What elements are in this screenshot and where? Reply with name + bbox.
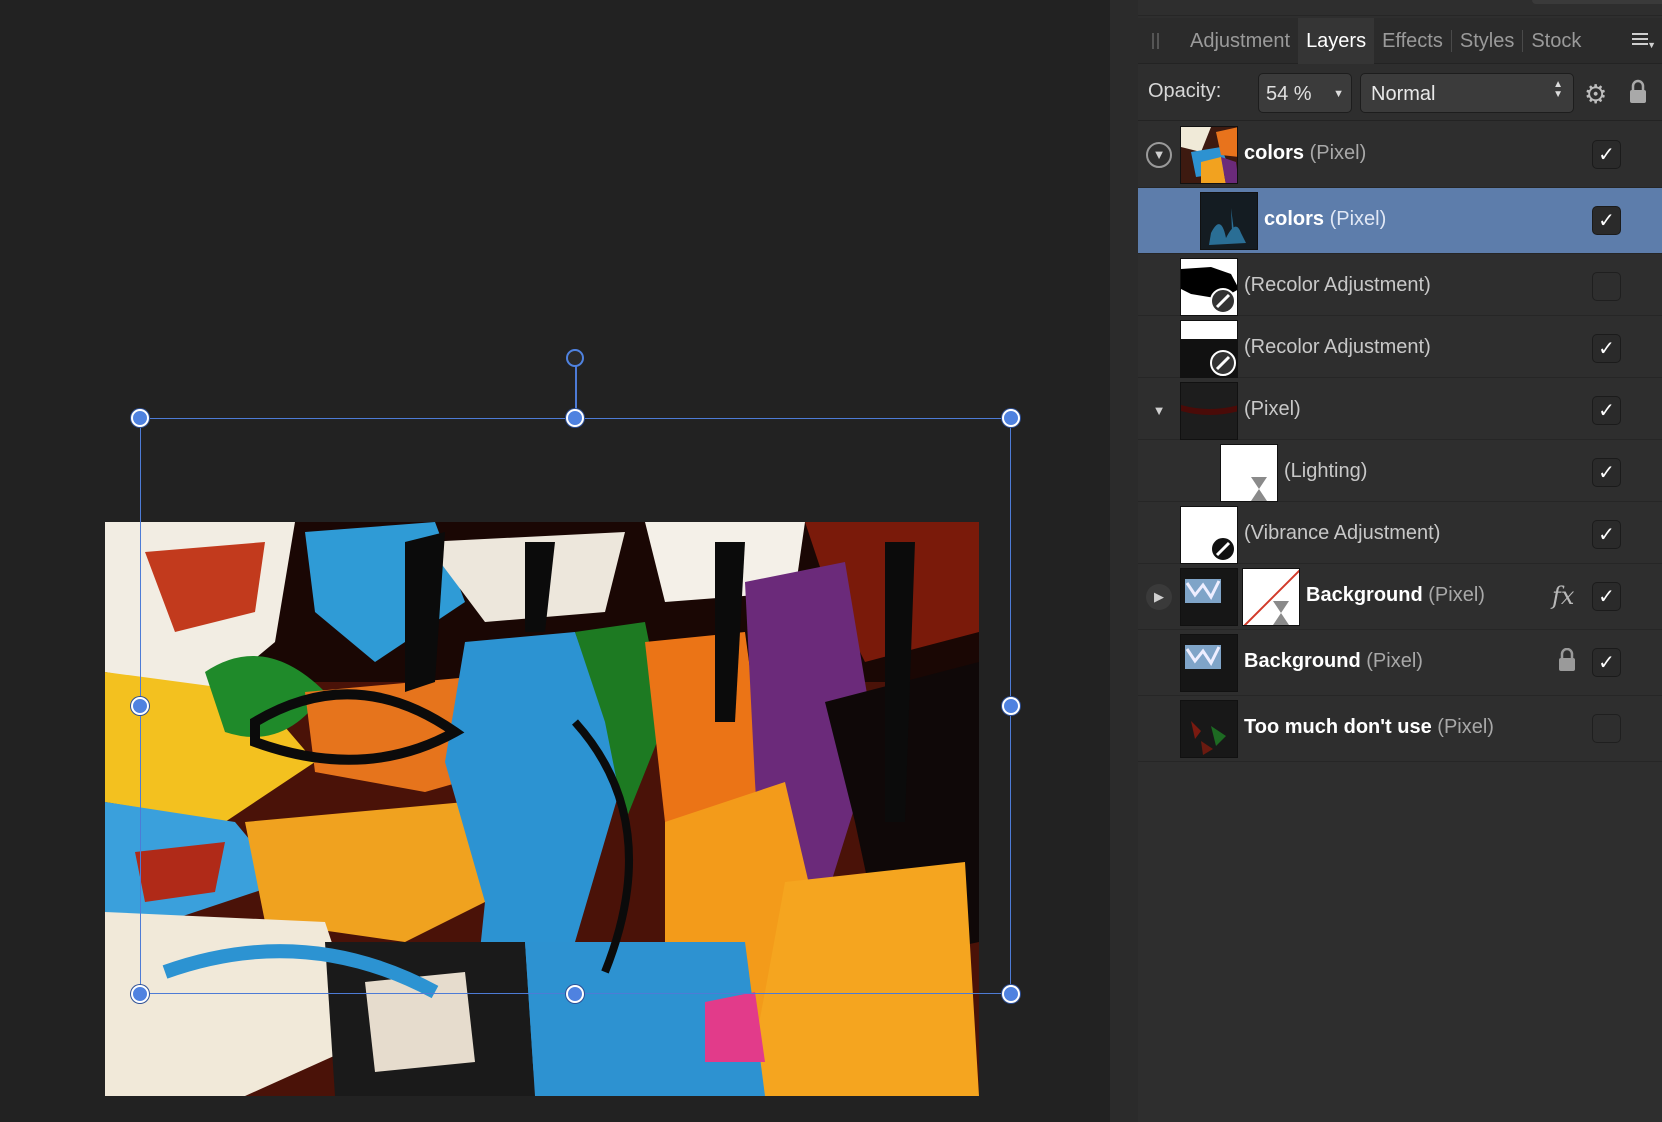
- visibility-checkbox[interactable]: ✓: [1592, 206, 1621, 235]
- layer-name-text: (Pixel): [1244, 398, 1301, 420]
- visibility-checkbox[interactable]: [1592, 714, 1621, 743]
- layer-row-lighting[interactable]: (Lighting) ✓: [1138, 440, 1662, 502]
- handle-bottom-center[interactable]: [566, 985, 584, 1003]
- opacity-value: 54 %: [1266, 83, 1312, 105]
- layer-row-background-fx[interactable]: ▶ Background (Pixel) fx ✓: [1138, 564, 1662, 630]
- layer-row-vibrance[interactable]: (Vibrance Adjustment) ✓: [1138, 502, 1662, 564]
- layer-name-text: (Lighting): [1284, 460, 1368, 482]
- blend-mode-dropdown[interactable]: Normal ▲ ▼: [1360, 73, 1574, 113]
- panel-divider[interactable]: [1110, 0, 1138, 1122]
- tab-styles[interactable]: Styles: [1452, 18, 1522, 64]
- layer-row-background-locked[interactable]: Background (Pixel) ✓: [1138, 630, 1662, 696]
- filter-thumbnail: [1220, 444, 1278, 502]
- handle-top-right[interactable]: [1002, 409, 1020, 427]
- rotation-handle[interactable]: [566, 349, 584, 367]
- layer-thumbnail: [1180, 634, 1238, 692]
- layer-name-text: (Vibrance Adjustment): [1244, 522, 1441, 544]
- layer-name-text: colors (Pixel): [1264, 208, 1387, 230]
- lock-icon[interactable]: [1628, 79, 1648, 105]
- panel-grip-handle[interactable]: [1152, 32, 1172, 50]
- visibility-checkbox[interactable]: ✓: [1592, 520, 1621, 549]
- app-window: Adjustment Layers Effects Styles Stock ▼…: [0, 0, 1662, 1122]
- layer-name-text: (Recolor Adjustment): [1244, 336, 1431, 358]
- canvas-area[interactable]: [0, 0, 1110, 1122]
- layer-thumbnail: [1200, 192, 1258, 250]
- blend-mode-value: Normal: [1371, 83, 1436, 105]
- collapse-toggle-icon[interactable]: ▼: [1146, 142, 1172, 168]
- handle-bottom-right[interactable]: [1002, 985, 1020, 1003]
- handle-top-left[interactable]: [131, 409, 149, 427]
- panel-top-stub: [1532, 0, 1662, 4]
- layer-list: ▼ colors (Pixel) ✓ colors (Pixel) ✓ (Rec…: [1138, 122, 1662, 762]
- visibility-checkbox[interactable]: ✓: [1592, 334, 1621, 363]
- opacity-dropdown[interactable]: 54 % ▼: [1258, 73, 1352, 113]
- panel-tab-bar: Adjustment Layers Effects Styles Stock ▼: [1138, 17, 1662, 64]
- visibility-checkbox[interactable]: ✓: [1592, 140, 1621, 169]
- lock-icon[interactable]: [1558, 648, 1576, 672]
- layer-name-text: Background (Pixel): [1244, 650, 1423, 672]
- tab-stock[interactable]: Stock: [1523, 18, 1589, 64]
- panel-top-bar: [1138, 0, 1662, 16]
- adjustment-thumbnail: [1180, 506, 1238, 564]
- visibility-checkbox[interactable]: ✓: [1592, 458, 1621, 487]
- artwork-image[interactable]: [105, 522, 979, 1096]
- panel-menu-icon[interactable]: ▼: [1632, 30, 1656, 52]
- layer-name-text: colors (Pixel): [1244, 142, 1367, 164]
- artwork-graphic: [105, 522, 979, 1096]
- layer-row-colors-child[interactable]: colors (Pixel) ✓: [1138, 188, 1662, 254]
- visibility-checkbox[interactable]: ✓: [1592, 396, 1621, 425]
- opacity-blend-row: Opacity: 54 % ▼ Normal ▲ ▼ ⚙: [1138, 65, 1662, 121]
- visibility-checkbox[interactable]: ✓: [1592, 582, 1621, 611]
- handle-middle-right[interactable]: [1002, 697, 1020, 715]
- layer-row-recolor-1[interactable]: (Recolor Adjustment): [1138, 254, 1662, 316]
- mask-thumbnail: [1242, 568, 1300, 626]
- handle-middle-left[interactable]: [131, 697, 149, 715]
- layer-thumbnail: [1180, 700, 1238, 758]
- fx-icon[interactable]: fx: [1552, 582, 1574, 610]
- layer-name-text: Too much don't use (Pixel): [1244, 716, 1494, 738]
- visibility-checkbox[interactable]: [1592, 272, 1621, 301]
- layer-row-recolor-2[interactable]: (Recolor Adjustment) ✓: [1138, 316, 1662, 378]
- up-down-arrows-icon: ▲ ▼: [1553, 79, 1563, 100]
- opacity-label: Opacity:: [1148, 80, 1222, 102]
- layer-name-text: Background (Pixel): [1306, 584, 1485, 606]
- gear-icon[interactable]: ⚙: [1584, 81, 1610, 107]
- layer-row-pixel[interactable]: ▼ (Pixel) ✓: [1138, 378, 1662, 440]
- adjustment-thumbnail: [1180, 258, 1238, 316]
- layer-thumbnail: [1180, 382, 1238, 440]
- layer-row-too-much[interactable]: Too much don't use (Pixel): [1138, 696, 1662, 762]
- layers-panel: Adjustment Layers Effects Styles Stock ▼…: [1138, 0, 1662, 1122]
- handle-bottom-left[interactable]: [131, 985, 149, 1003]
- tab-adjustment[interactable]: Adjustment: [1182, 18, 1298, 64]
- tab-effects[interactable]: Effects: [1374, 18, 1451, 64]
- layer-name-text: (Recolor Adjustment): [1244, 274, 1431, 296]
- visibility-checkbox[interactable]: ✓: [1592, 648, 1621, 677]
- chevron-down-icon: ▼: [1333, 88, 1344, 100]
- layer-thumbnail: [1180, 568, 1238, 626]
- layer-thumbnail: [1180, 126, 1238, 184]
- collapse-toggle-icon[interactable]: ▼: [1146, 398, 1172, 424]
- layer-row-colors-parent[interactable]: ▼ colors (Pixel) ✓: [1138, 122, 1662, 188]
- handle-top-center[interactable]: [566, 409, 584, 427]
- adjustment-thumbnail: [1180, 320, 1238, 378]
- tab-layers[interactable]: Layers: [1298, 17, 1375, 64]
- expand-toggle-icon[interactable]: ▶: [1146, 584, 1172, 610]
